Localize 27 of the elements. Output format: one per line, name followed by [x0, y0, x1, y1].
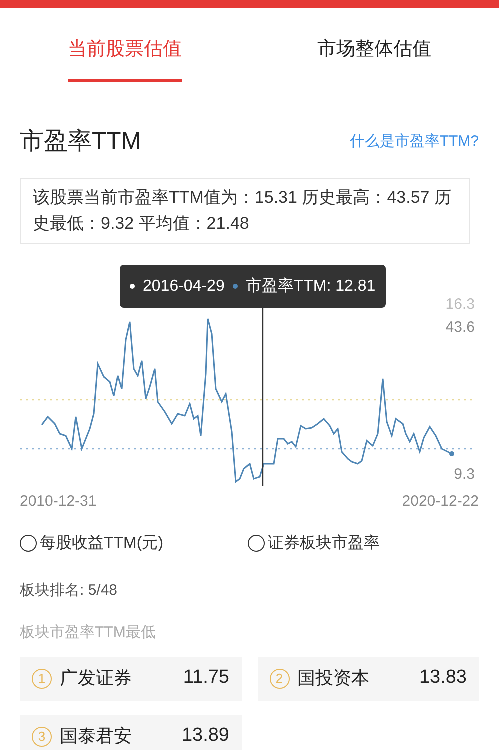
min-label: 9.3	[454, 465, 475, 485]
stock-card[interactable]: 1 广发证券 11.75	[20, 656, 242, 700]
lowest-title: 板块市盈率TTM最低	[19, 623, 157, 643]
stock-value: 13.83	[419, 666, 467, 690]
stock-name: 国泰君安	[60, 725, 132, 748]
rank-badge: 1	[32, 668, 52, 688]
tab[interactable]: 当前股票估值	[0, 36, 250, 82]
legend-value: 16.3	[446, 295, 475, 315]
summary-box: 该股票当前市盈率TTM值为：15.31 历史最高：43.57 历史最低：9.32 平均值：21.48	[20, 178, 470, 244]
stock-value: 13.89	[182, 724, 230, 748]
stock-value: 11.75	[183, 666, 230, 690]
radio-option[interactable]: 证券板块市盈率	[248, 532, 476, 556]
tooltip-date: 2016-04-29	[143, 276, 225, 296]
section-title: 市盈率TTM	[20, 127, 142, 157]
tab[interactable]: 市场整体估值	[250, 36, 499, 82]
rank-badge: 3	[32, 726, 52, 746]
stock-name: 广发证券	[60, 667, 132, 690]
tooltip-value: 市盈率TTM: 12.81	[246, 276, 376, 296]
rank-text: 板块排名: 5/48	[19, 580, 119, 600]
radio-option[interactable]: 每股收益TTM(元)	[20, 532, 248, 556]
stock-card[interactable]: 3 国泰君安 13.89	[20, 714, 242, 750]
max-label: 43.6	[446, 318, 475, 338]
stock-card[interactable]: 2 国投资本 13.83	[258, 656, 479, 700]
rank-badge: 2	[270, 668, 290, 688]
stock-name: 国投资本	[298, 667, 370, 690]
end-date: 2020-12-22	[402, 492, 479, 512]
start-date: 2010-12-31	[20, 492, 97, 512]
